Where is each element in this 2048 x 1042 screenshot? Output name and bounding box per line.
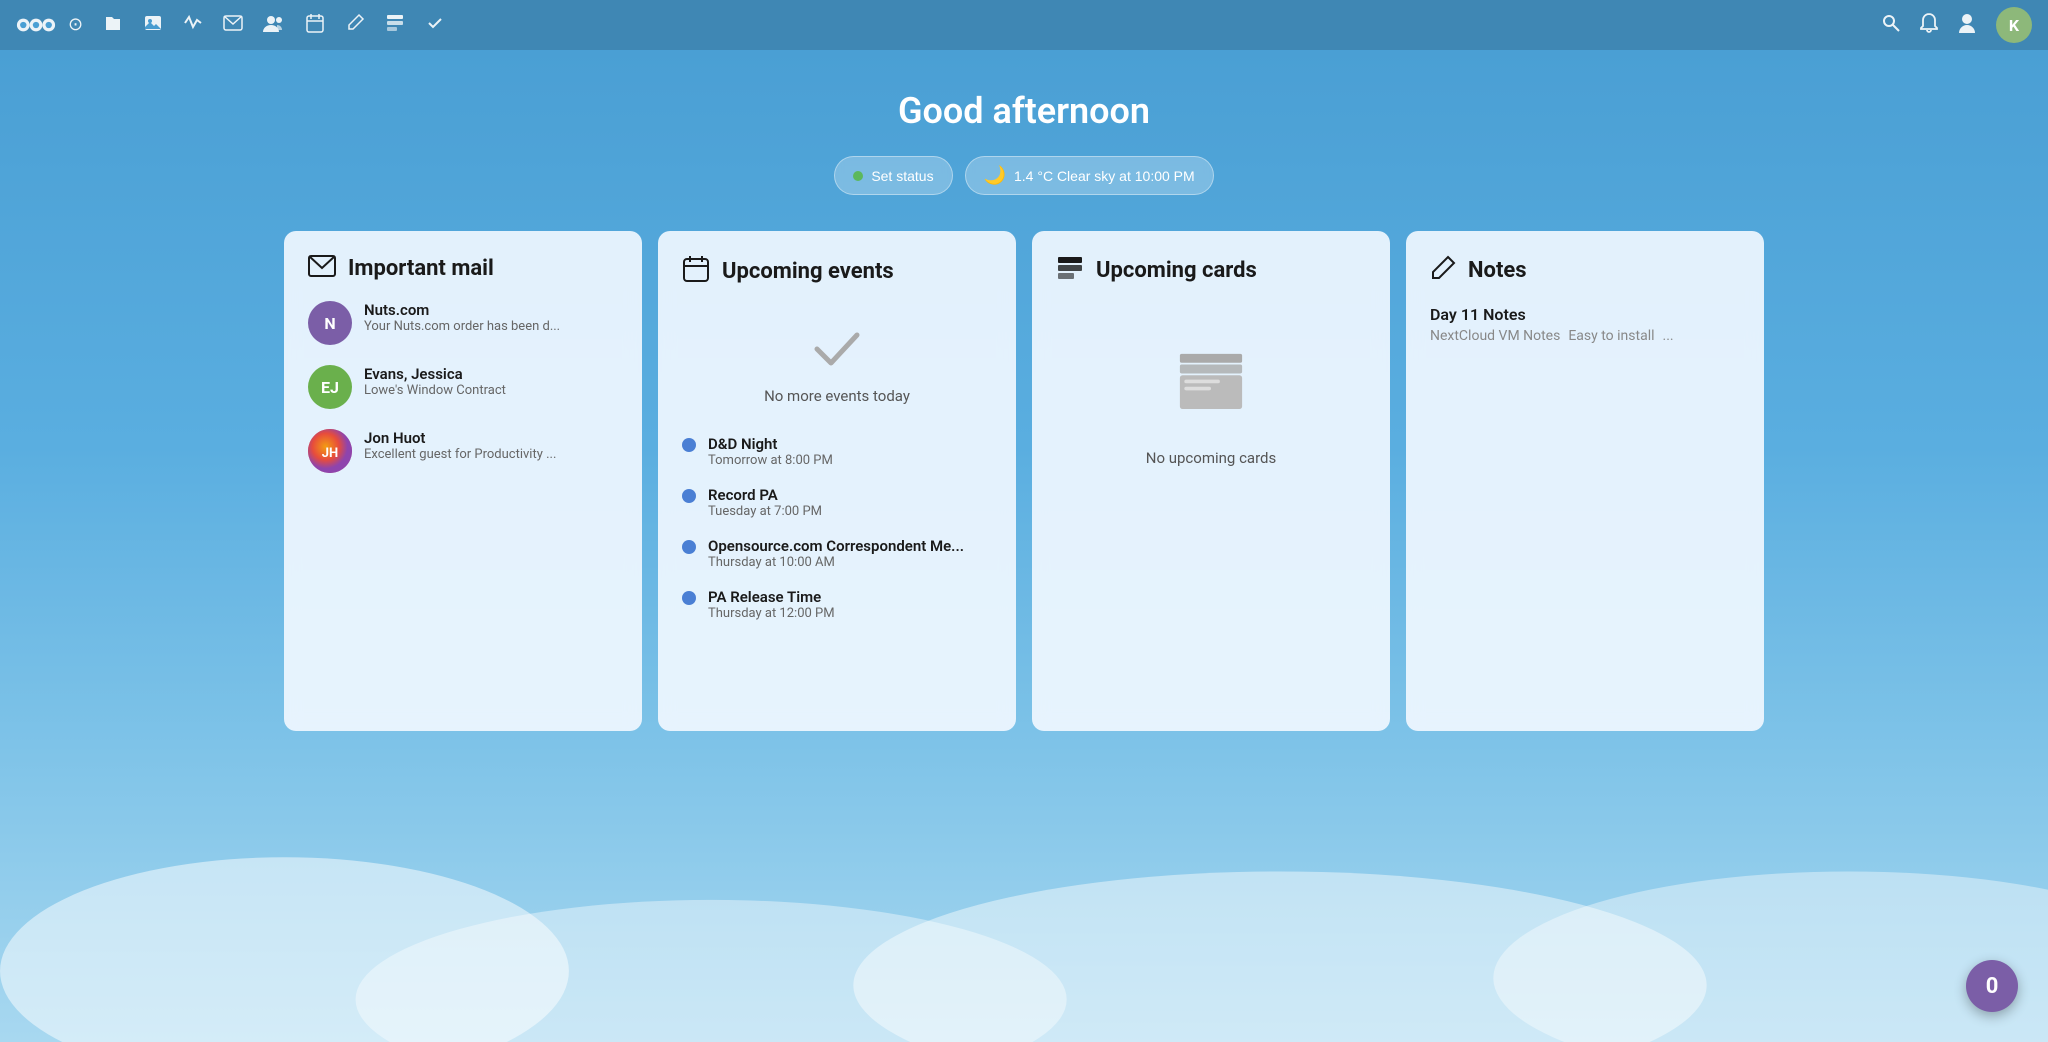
- mail-sender: Evans, Jessica: [364, 365, 618, 383]
- nav-icon-deck[interactable]: [385, 13, 405, 37]
- note-title: Day 11 Notes: [1430, 305, 1740, 324]
- mail-list: N Nuts.com Your Nuts.com order has been …: [308, 301, 618, 473]
- no-cards-text: No upcoming cards: [1146, 449, 1276, 467]
- weather-label: 1.4 °C Clear sky at 10:00 PM: [1014, 168, 1195, 184]
- cards-card-header: Upcoming cards: [1056, 255, 1366, 285]
- mail-info-nuts: Nuts.com Your Nuts.com order has been d.…: [364, 301, 618, 334]
- notes-card-icon: [1430, 255, 1456, 285]
- mail-avatar-nuts: N: [308, 301, 352, 345]
- events-card-icon: [682, 255, 710, 287]
- notes-card-title: Notes: [1468, 258, 1527, 283]
- status-bar: Set status 🌙 1.4 °C Clear sky at 10:00 P…: [20, 156, 2028, 195]
- main-content: Good afternoon Set status 🌙 1.4 °C Clear…: [0, 50, 2048, 1042]
- weather-icon: 🌙: [984, 165, 1006, 186]
- event-details: PA Release Time Thursday at 12:00 PM: [708, 588, 835, 621]
- mail-info-jon: Jon Huot Excellent guest for Productivit…: [364, 429, 618, 462]
- event-name: PA Release Time: [708, 588, 835, 606]
- upcoming-cards-card: Upcoming cards No upcoming cards: [1032, 231, 1390, 731]
- event-name: Record PA: [708, 486, 822, 504]
- nav-icons: ⊙: [68, 13, 1882, 37]
- mail-card-title: Important mail: [348, 256, 494, 281]
- nav-icon-files[interactable]: [103, 13, 123, 37]
- mail-card-header: Important mail: [308, 255, 618, 281]
- mail-item[interactable]: EJ Evans, Jessica Lowe's Window Contract: [308, 365, 618, 409]
- event-name: D&D Night: [708, 435, 833, 453]
- greeting-text: Good afternoon: [20, 90, 2028, 132]
- event-item[interactable]: PA Release Time Thursday at 12:00 PM: [682, 588, 992, 621]
- event-dot: [682, 438, 696, 452]
- search-icon[interactable]: [1882, 14, 1900, 36]
- mail-info-ej: Evans, Jessica Lowe's Window Contract: [364, 365, 618, 398]
- event-item[interactable]: Opensource.com Correspondent Me... Thurs…: [682, 537, 992, 570]
- nav-right: K: [1882, 7, 2032, 43]
- event-dot: [682, 540, 696, 554]
- event-details: Opensource.com Correspondent Me... Thurs…: [708, 537, 964, 570]
- float-button[interactable]: 0: [1966, 960, 2018, 1012]
- note-preview-part2: Easy to install: [1568, 328, 1654, 344]
- top-navigation: ⊙: [0, 0, 2048, 50]
- nav-icon-photos[interactable]: [143, 13, 163, 37]
- notes-card-header: Notes: [1430, 255, 1740, 285]
- mail-card-icon: [308, 255, 336, 281]
- important-mail-card: Important mail N Nuts.com Your Nuts.com …: [284, 231, 642, 731]
- nextcloud-logo[interactable]: [16, 12, 56, 38]
- event-item[interactable]: Record PA Tuesday at 7:00 PM: [682, 486, 992, 519]
- mail-item[interactable]: JH Jon Huot Excellent guest for Producti…: [308, 429, 618, 473]
- nav-icon-mail[interactable]: [223, 15, 243, 35]
- event-time: Thursday at 12:00 PM: [708, 606, 835, 621]
- notes-list: Day 11 Notes NextCloud VM Notes Easy to …: [1430, 305, 1740, 344]
- event-details: Record PA Tuesday at 7:00 PM: [708, 486, 822, 519]
- mail-avatar-jon: JH: [308, 429, 352, 473]
- note-item[interactable]: Day 11 Notes NextCloud VM Notes Easy to …: [1430, 305, 1740, 344]
- nav-icon-notes[interactable]: [345, 13, 365, 37]
- nav-icon-activity[interactable]: [183, 13, 203, 37]
- notifications-icon[interactable]: [1920, 13, 1938, 37]
- user-avatar[interactable]: K: [1996, 7, 2032, 43]
- upcoming-events-card: Upcoming events No more events today D&D…: [658, 231, 1016, 731]
- events-card-header: Upcoming events: [682, 255, 992, 287]
- nav-icon-contacts[interactable]: [263, 14, 285, 36]
- cards-card-title: Upcoming cards: [1096, 258, 1257, 283]
- note-preview-ellipsis: ...: [1663, 328, 1674, 344]
- event-details: D&D Night Tomorrow at 8:00 PM: [708, 435, 833, 468]
- deck-card-icon: [1056, 255, 1084, 285]
- svg-text:JH: JH: [322, 446, 338, 461]
- notes-card: Notes Day 11 Notes NextCloud VM Notes Ea…: [1406, 231, 1764, 731]
- event-item[interactable]: D&D Night Tomorrow at 8:00 PM: [682, 435, 992, 468]
- mail-preview: Excellent guest for Productivity ...: [364, 447, 618, 462]
- no-cards-section: No upcoming cards: [1056, 305, 1366, 507]
- event-time: Tuesday at 7:00 PM: [708, 504, 822, 519]
- events-list: D&D Night Tomorrow at 8:00 PM Record PA …: [682, 435, 992, 621]
- event-time: Thursday at 10:00 AM: [708, 555, 964, 570]
- mail-preview: Your Nuts.com order has been d...: [364, 319, 618, 334]
- stack-icon: [1171, 345, 1251, 429]
- nav-icon-home[interactable]: ⊙: [68, 16, 83, 34]
- event-name: Opensource.com Correspondent Me...: [708, 537, 964, 555]
- set-status-button[interactable]: Set status: [834, 156, 952, 195]
- note-preview: NextCloud VM Notes Easy to install ...: [1430, 328, 1740, 344]
- no-events-text: No more events today: [764, 387, 910, 405]
- weather-button[interactable]: 🌙 1.4 °C Clear sky at 10:00 PM: [965, 156, 1214, 195]
- mail-avatar-ej: EJ: [308, 365, 352, 409]
- user-icon[interactable]: [1958, 13, 1976, 37]
- events-card-title: Upcoming events: [722, 259, 894, 284]
- checkmark-icon: [811, 327, 863, 379]
- mail-item[interactable]: N Nuts.com Your Nuts.com order has been …: [308, 301, 618, 345]
- set-status-label: Set status: [871, 168, 933, 184]
- nav-icon-tasks[interactable]: [425, 13, 445, 37]
- event-dot: [682, 489, 696, 503]
- event-dot: [682, 591, 696, 605]
- event-time: Tomorrow at 8:00 PM: [708, 453, 833, 468]
- note-preview-part1: NextCloud VM Notes: [1430, 328, 1560, 344]
- no-events-section: No more events today: [682, 307, 992, 435]
- mail-sender: Nuts.com: [364, 301, 618, 319]
- cards-grid: Important mail N Nuts.com Your Nuts.com …: [284, 231, 1764, 731]
- mail-preview: Lowe's Window Contract: [364, 383, 618, 398]
- mail-sender: Jon Huot: [364, 429, 618, 447]
- status-dot: [853, 171, 863, 181]
- nav-icon-calendar[interactable]: [305, 13, 325, 37]
